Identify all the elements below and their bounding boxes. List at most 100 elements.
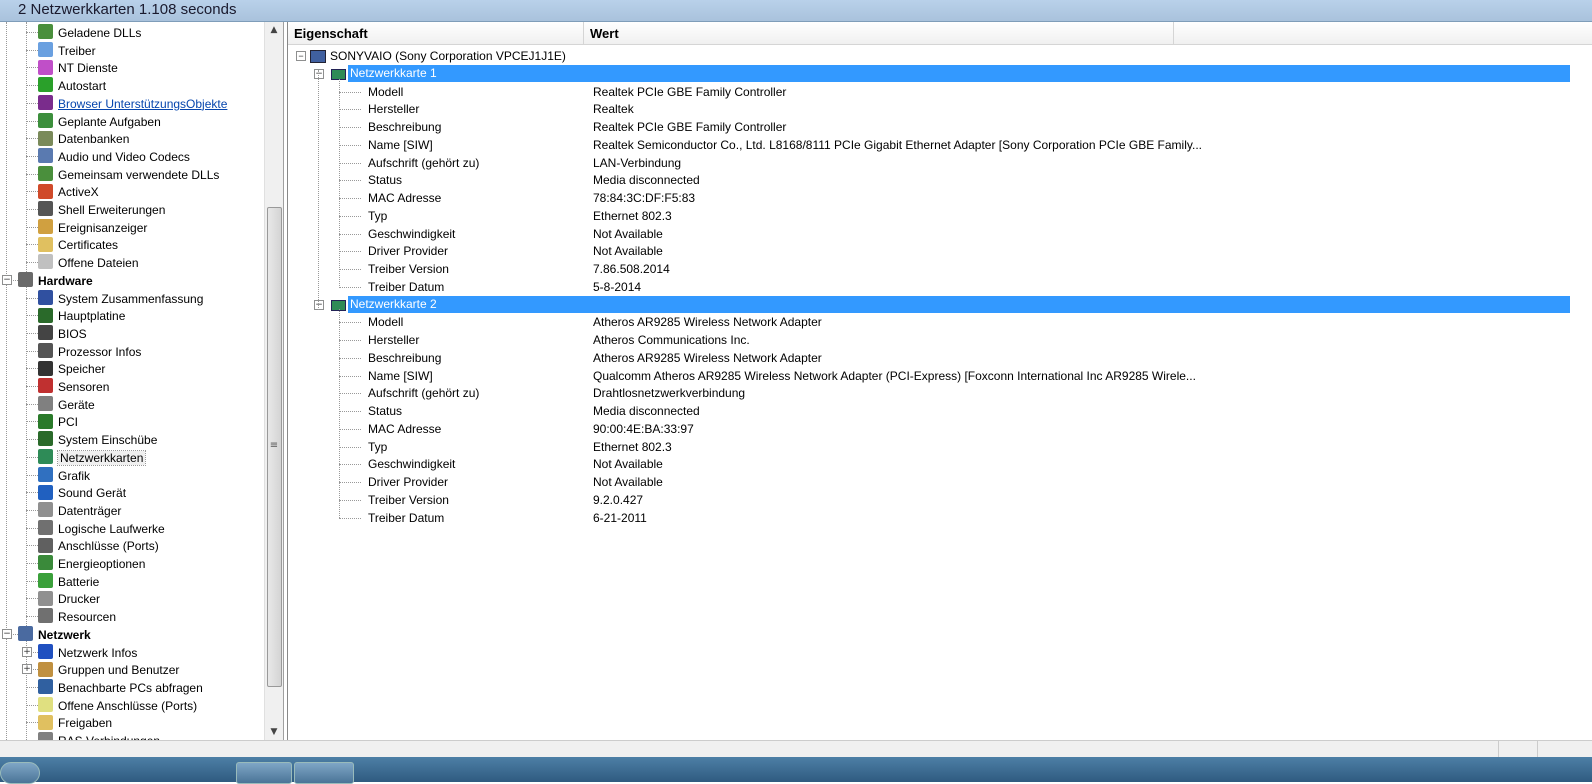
tree-item[interactable]: Batterie <box>38 572 99 590</box>
tree-connector <box>339 251 361 253</box>
collapse-icon[interactable]: − <box>314 68 324 79</box>
tree-item-label: System Einschübe <box>58 432 158 447</box>
property-row[interactable]: Treiber Version 9.2.0.427 <box>288 491 1578 509</box>
tree-item-icon <box>38 165 53 181</box>
property-name: Status <box>368 404 403 418</box>
tree-item[interactable]: Grafik <box>38 466 90 484</box>
tree-item-icon <box>38 431 53 447</box>
navigation-tree[interactable]: Geladene DLLs Treiber NT Dienste Autostart B… <box>0 22 284 754</box>
property-row[interactable]: Modell Realtek PCIe GBE Family Controller <box>288 83 1578 101</box>
tree-item[interactable]: Freigaben <box>38 713 112 731</box>
property-row[interactable]: Treiber Datum 6-21-2011 <box>288 509 1578 527</box>
property-row[interactable]: Treiber Version 7.86.508.2014 <box>288 260 1578 278</box>
tree-item[interactable]: Resourcen <box>38 607 116 625</box>
property-row[interactable]: Hersteller Realtek <box>288 100 1578 118</box>
property-row[interactable]: Beschreibung Realtek PCIe GBE Family Cont… <box>288 118 1578 136</box>
tree-item[interactable]: Datenträger <box>38 501 121 519</box>
scroll-down-arrow-icon[interactable]: ▼ <box>265 724 283 740</box>
tree-connector <box>26 368 38 370</box>
tree-connector <box>339 375 361 377</box>
expand-icon[interactable]: + <box>22 646 32 657</box>
tree-item[interactable]: Drucker <box>38 589 100 607</box>
tree-item[interactable]: Logische Laufwerke <box>38 519 165 537</box>
tree-item[interactable]: Hauptplatine <box>38 306 125 324</box>
tree-item[interactable]: Geplante Aufgaben <box>38 112 161 130</box>
tree-item[interactable]: Gruppen und Benutzer <box>38 660 179 678</box>
tree-item-label: Sound Gerät <box>58 486 127 501</box>
tree-item[interactable]: System Einschübe <box>38 430 157 448</box>
tree-item-icon <box>38 201 53 217</box>
tree-item[interactable]: System Zusammenfassung <box>38 289 203 307</box>
tree-item[interactable]: Offene Anschlüsse (Ports) <box>38 696 197 714</box>
tree-item[interactable]: Netzwerk <box>18 625 91 643</box>
tree-item[interactable]: Ereignisanzeiger <box>38 218 147 236</box>
tree-item[interactable]: ActiveX <box>38 182 99 200</box>
property-row[interactable]: Typ Ethernet 802.3 <box>288 207 1578 225</box>
column-header-property[interactable]: Eigenschaft <box>288 22 584 44</box>
tree-item-icon <box>38 714 53 730</box>
taskbar-button[interactable] <box>294 762 354 784</box>
tree-item[interactable]: Autostart <box>38 76 106 94</box>
network-card-node[interactable]: Netzwerkkarte 1 <box>348 65 1570 83</box>
tree-item[interactable]: Browser UnterstützungsObjekte <box>38 94 227 112</box>
property-row[interactable]: Status Media disconnected <box>288 402 1578 420</box>
property-row[interactable]: Name [SIW] Realtek Semiconductor Co., Ltd… <box>288 136 1578 154</box>
property-row[interactable]: Treiber Datum 5-8-2014 <box>288 278 1578 296</box>
tree-item[interactable]: Hardware <box>18 271 93 289</box>
tree-item[interactable]: Netzwerkkarten <box>38 448 147 466</box>
property-value: 78:84:3C:DF:F5:83 <box>593 191 696 205</box>
tree-item[interactable]: Shell Erweiterungen <box>38 200 165 218</box>
tree-item[interactable]: Audio und Video Codecs <box>38 147 190 165</box>
tree-item[interactable]: Geräte <box>38 395 95 413</box>
property-row[interactable]: Geschwindigkeit Not Available <box>288 225 1578 243</box>
property-row[interactable]: Modell Atheros AR9285 Wireless Network Ad… <box>288 313 1578 331</box>
property-row[interactable]: MAC Adresse 78:84:3C:DF:F5:83 <box>288 189 1578 207</box>
root-node[interactable]: − SONYVAIO (Sony Corporation VPCEJ1J1E) <box>296 47 566 65</box>
expand-icon[interactable]: + <box>22 664 32 675</box>
property-row[interactable]: Driver Provider Not Available <box>288 473 1578 491</box>
tree-item[interactable]: Prozessor Infos <box>38 342 141 360</box>
property-row[interactable]: Beschreibung Atheros AR9285 Wireless Netw… <box>288 349 1578 367</box>
tree-item[interactable]: Benachbarte PCs abfragen <box>38 678 203 696</box>
property-row[interactable]: MAC Adresse 90:00:4E:BA:33:97 <box>288 420 1578 438</box>
details-panel[interactable]: Eigenschaft Wert − SONYVAIO (Sony Corpora… <box>287 22 1592 740</box>
collapse-icon[interactable]: − <box>296 51 306 61</box>
collapse-icon[interactable]: − <box>2 274 12 285</box>
tree-item[interactable]: Certificates <box>38 235 118 253</box>
property-row[interactable]: Aufschrift (gehört zu) LAN-Verbindung <box>288 154 1578 172</box>
tree-item[interactable]: Treiber <box>38 41 96 59</box>
tree-item-label: PCI <box>58 415 79 430</box>
start-button[interactable] <box>0 762 40 784</box>
tree-item[interactable]: Anschlüsse (Ports) <box>38 536 159 554</box>
taskbar-button[interactable] <box>236 762 292 784</box>
tree-item[interactable]: Offene Dateien <box>38 253 139 271</box>
tree-item[interactable]: Netzwerk Infos <box>38 643 137 661</box>
tree-item-icon <box>38 342 53 358</box>
tree-item[interactable]: Geladene DLLs <box>38 23 141 41</box>
tree-item[interactable]: Speicher <box>38 359 105 377</box>
tree-item[interactable]: Sound Gerät <box>38 483 126 501</box>
tree-item[interactable]: Sensoren <box>38 377 109 395</box>
tree-item[interactable]: NT Dienste <box>38 58 118 76</box>
tree-scrollbar[interactable]: ▲ ≡ ▼ <box>264 22 283 740</box>
property-row[interactable]: Typ Ethernet 802.3 <box>288 438 1578 456</box>
property-row[interactable]: Aufschrift (gehört zu) Drahtlosnetzwerkve… <box>288 384 1578 402</box>
tree-item[interactable]: Energieoptionen <box>38 554 145 572</box>
tree-item[interactable]: Datenbanken <box>38 129 129 147</box>
collapse-icon[interactable]: − <box>314 299 324 310</box>
property-row[interactable]: Driver Provider Not Available <box>288 242 1578 260</box>
scroll-up-arrow-icon[interactable]: ▲ <box>265 22 283 38</box>
collapse-icon[interactable]: − <box>2 628 12 639</box>
tree-item-icon <box>38 643 53 659</box>
property-value: Atheros AR9285 Wireless Network Adapter <box>593 350 822 365</box>
tree-item[interactable]: BIOS <box>38 324 87 342</box>
network-card-node[interactable]: Netzwerkkarte 2 <box>348 296 1570 313</box>
property-row[interactable]: Status Media disconnected <box>288 171 1578 189</box>
tree-item[interactable]: PCI <box>38 412 78 430</box>
property-row[interactable]: Name [SIW] Qualcomm Atheros AR9285 Wirele… <box>288 367 1578 385</box>
property-row[interactable]: Hersteller Atheros Communications Inc. <box>288 331 1578 349</box>
tree-item-label: Gemeinsam verwendete DLLs <box>58 167 220 182</box>
property-row[interactable]: Geschwindigkeit Not Available <box>288 455 1578 473</box>
tree-item[interactable]: Gemeinsam verwendete DLLs <box>38 165 219 183</box>
column-header-value[interactable]: Wert <box>584 22 1174 44</box>
